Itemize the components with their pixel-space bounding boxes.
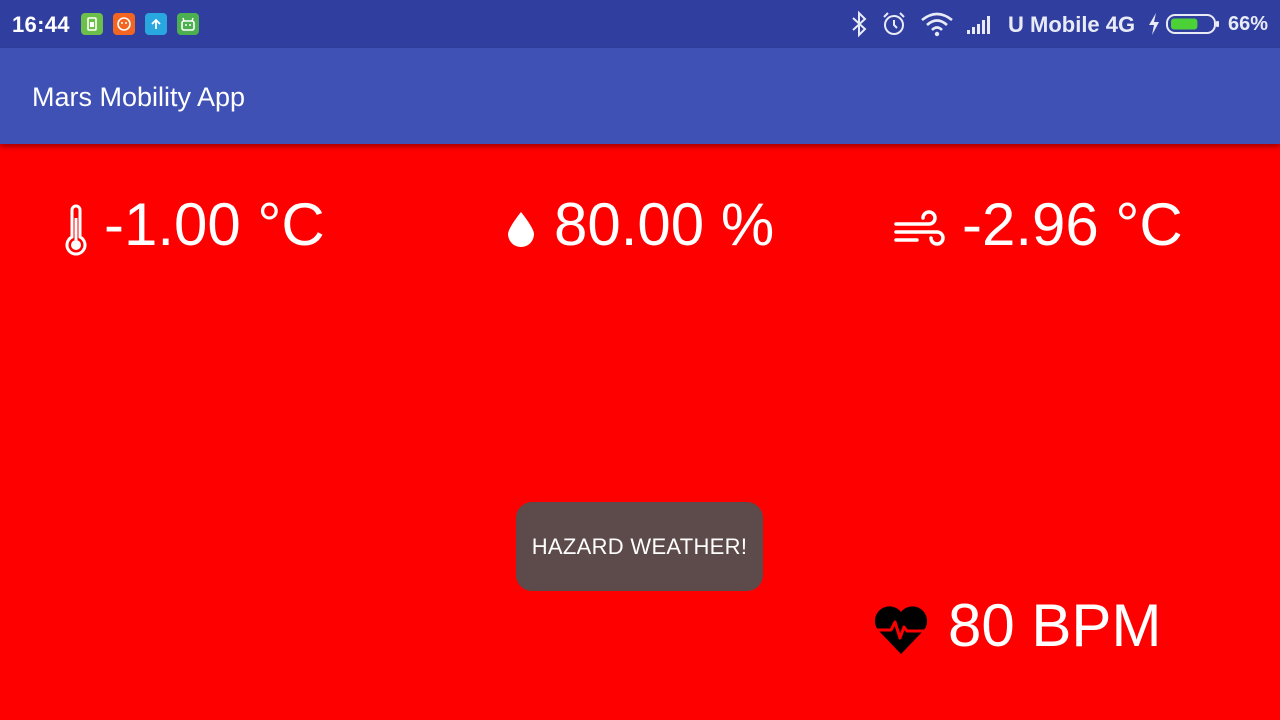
battery-percent: 66% (1228, 13, 1269, 35)
alarm-icon (883, 12, 905, 35)
humidity-value: 80.00 % (554, 191, 775, 258)
wind-icon (894, 210, 945, 246)
thermometer-icon (65, 204, 87, 256)
signal-icon (967, 16, 990, 34)
charging-icon (1149, 13, 1159, 35)
wifi-icon (921, 12, 953, 37)
bluetooth-icon (852, 10, 867, 38)
carrier-label: U Mobile 4G (1008, 12, 1136, 37)
wind-chill-value: -2.96 °C (962, 191, 1183, 258)
fox-app-icon (113, 13, 135, 35)
app-bar: Mars Mobility App (0, 48, 1280, 144)
battery-level-fill (1171, 18, 1198, 30)
upload-icon (145, 13, 167, 35)
status-bar: 16:44 U Mobile 4G 66% (0, 0, 1280, 48)
heart-rate-value: 80 BPM (948, 592, 1162, 659)
app-title: Mars Mobility App (32, 82, 246, 112)
sim-app-icon (81, 13, 103, 35)
android-app-icon (177, 13, 199, 35)
battery-icon (1166, 14, 1219, 34)
water-drop-icon (508, 212, 534, 247)
heart-pulse-icon (874, 606, 928, 654)
temperature-value: -1.00 °C (104, 191, 325, 258)
hazard-toast: HAZARD WEATHER! (516, 502, 763, 591)
status-time: 16:44 (12, 12, 70, 37)
